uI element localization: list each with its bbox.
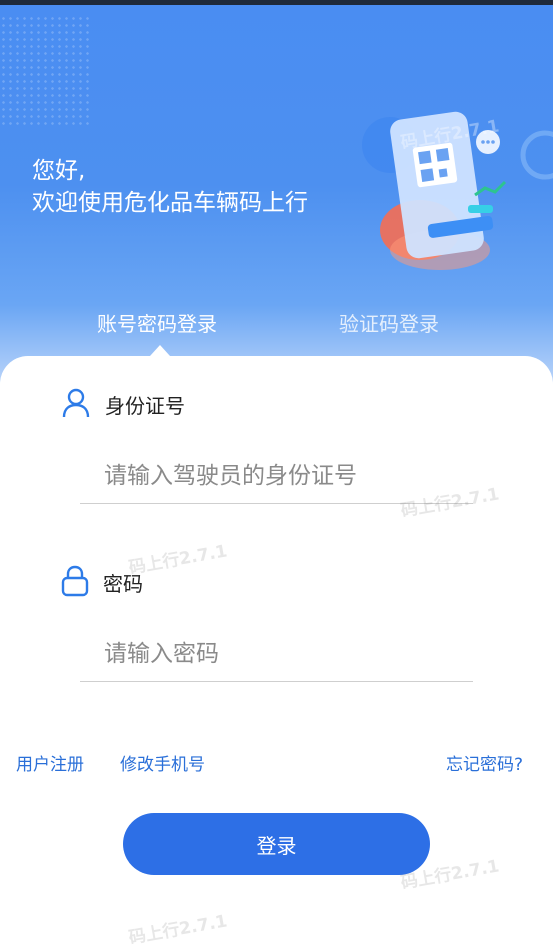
forgot-password-link[interactable]: 忘记密码? (446, 750, 523, 775)
register-link[interactable]: 用户注册 (16, 750, 84, 775)
greeting-line-2: 欢迎使用危化品车辆码上行 (32, 190, 308, 216)
tab-account-password-login[interactable]: 账号密码登录 (97, 308, 217, 337)
hero-banner: 您好, 欢迎使用危化品车辆码上行 码上行2.7.1 (0, 5, 553, 405)
tab-verification-code-login[interactable]: 验证码登录 (339, 308, 439, 337)
change-phone-link[interactable]: 修改手机号 (120, 750, 205, 775)
greeting: 您好, 欢迎使用危化品车辆码上行 (32, 155, 308, 219)
id-number-label: 身份证号 (105, 394, 185, 418)
active-tab-indicator (150, 345, 170, 356)
greeting-line-1: 您好, (32, 158, 86, 184)
dot-pattern-decoration (0, 15, 90, 125)
user-icon (62, 388, 90, 418)
password-input[interactable] (80, 626, 473, 682)
login-button[interactable]: 登录 (123, 813, 430, 875)
lock-icon (61, 565, 89, 597)
